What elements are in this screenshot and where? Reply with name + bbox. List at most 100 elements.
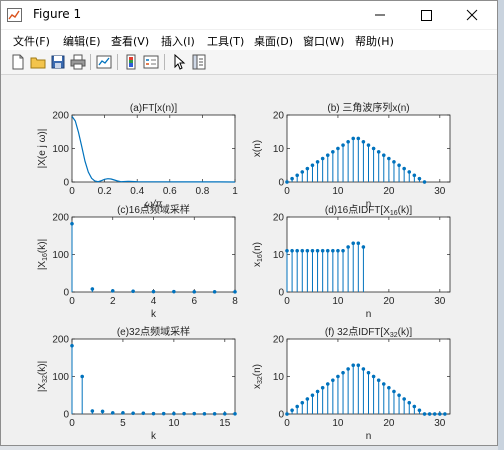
stem-marker: [192, 411, 197, 416]
x-tick-label: 10: [332, 296, 344, 307]
desktop-edge: [498, 0, 504, 450]
stem-marker: [387, 156, 391, 161]
subplot-title: (d)16点IDFT[X16(k)]: [325, 204, 412, 217]
stem-marker: [351, 241, 356, 246]
x-tick-label: 0.6: [163, 186, 177, 197]
y-tick-label: 100: [52, 144, 69, 155]
stem-marker: [336, 146, 340, 151]
stem-marker: [295, 248, 300, 253]
stem-marker: [212, 289, 217, 294]
property-editor-icon[interactable]: [190, 53, 208, 71]
y-tick-label: 0: [63, 178, 69, 189]
y-tick-label: 0: [278, 410, 284, 421]
stem-marker: [376, 150, 381, 154]
menu-view[interactable]: 查看(V): [111, 33, 149, 49]
figure-toolbar: [1, 50, 497, 75]
new-figure-icon[interactable]: [9, 53, 27, 71]
menu-help[interactable]: 帮助(H): [355, 33, 394, 49]
title-bar[interactable]: Figure 1: [1, 1, 497, 29]
stem-marker: [131, 289, 135, 294]
y-tick-label: 0: [278, 288, 284, 299]
stem-marker: [90, 409, 95, 413]
stem-marker: [141, 411, 146, 416]
stem-marker: [285, 180, 289, 184]
figure-canvas[interactable]: 0 0.2 0.4 0.6 0.8 1 0 100 200 (a)FT[x(n)] ω/π |X(e …: [1, 75, 497, 445]
subplot-3: 0 2 4 6 8 0 100 200 (c)16点频域采样 k |X16(k)|: [37, 203, 238, 320]
stem-marker: [341, 370, 345, 375]
print-icon[interactable]: [69, 53, 87, 71]
y-tick-label: 0: [63, 410, 69, 421]
insert-legend-icon[interactable]: [142, 53, 160, 71]
axes-box: [71, 114, 236, 183]
x-tick-label: 20: [383, 418, 395, 429]
menu-desktop[interactable]: 桌面(D): [254, 33, 293, 49]
x-tick-label: 1: [232, 186, 238, 197]
x-tick-label: 20: [383, 296, 395, 307]
stem-marker: [422, 412, 427, 416]
insert-colorbar-icon[interactable]: [122, 53, 140, 71]
stem-marker: [110, 411, 115, 415]
stem-marker: [381, 153, 386, 158]
subplot-5: 0 5 10 15 0 100 200 (e)32点频域采样 k |X32(k)|: [37, 325, 237, 442]
stem-marker: [202, 411, 207, 416]
stem-marker: [290, 248, 294, 253]
subplot-title: (e)32点频域采样: [117, 325, 190, 338]
x-tick-label: 8: [232, 296, 238, 307]
stem-marker: [417, 408, 422, 413]
y-axis-label: |X32(k)|: [37, 361, 49, 392]
subplot-6: 0 10 20 30 0 10 20 (f) 32点IDFT[X32(k)] n x32(n): [252, 326, 451, 442]
x-tick-label: 15: [219, 418, 231, 429]
stem-marker: [371, 146, 376, 151]
x-tick-label: 0: [284, 186, 290, 197]
stem-marker: [295, 404, 300, 409]
axes-box: [71, 216, 236, 293]
minimize-icon[interactable]: [357, 1, 403, 29]
stem-marker: [412, 404, 417, 409]
menu-window[interactable]: 窗口(W): [303, 33, 344, 49]
stem-marker: [422, 180, 427, 184]
menu-tools[interactable]: 工具(T): [207, 33, 244, 49]
stem-marker: [305, 166, 310, 171]
stem-marker: [361, 245, 366, 249]
toolbar-separator: [164, 54, 165, 70]
stem-marker: [443, 412, 447, 416]
stem-marker: [300, 248, 305, 253]
stem-marker: [310, 163, 315, 168]
y-tick-label: 100: [52, 250, 69, 261]
stem-marker: [351, 363, 356, 368]
x-tick-label: 0.8: [195, 186, 209, 197]
menu-insert[interactable]: 插入(I): [161, 33, 195, 49]
x-tick-label: 30: [434, 296, 446, 307]
open-file-icon[interactable]: [29, 53, 47, 71]
stem-marker: [151, 289, 156, 294]
stem-marker: [300, 400, 305, 405]
maximize-icon[interactable]: [403, 1, 449, 29]
y-tick-label: 20: [273, 111, 285, 122]
link-plot-icon[interactable]: [95, 53, 113, 71]
stem-marker: [361, 139, 366, 144]
close-icon[interactable]: [449, 1, 495, 29]
save-icon[interactable]: [49, 53, 67, 71]
stem-marker: [330, 378, 335, 383]
pointer-icon[interactable]: [170, 53, 188, 71]
stem-marker: [325, 248, 330, 253]
stem-marker: [151, 411, 156, 416]
stem-marker: [121, 411, 125, 415]
stem-marker: [392, 389, 396, 394]
menu-edit[interactable]: 编辑(E): [63, 33, 101, 49]
stem-marker: [392, 160, 396, 164]
stem-marker: [233, 289, 237, 294]
stem-marker: [356, 241, 361, 246]
x-tick-label: 2: [110, 296, 116, 307]
x-tick-label: 4: [151, 296, 157, 307]
stem-marker: [80, 374, 85, 379]
stem-marker: [315, 248, 320, 253]
stem-marker: [341, 248, 345, 253]
stem-marker: [336, 248, 340, 253]
stem-marker: [376, 378, 381, 383]
x-tick-label: 10: [332, 418, 344, 429]
axes-box: [71, 338, 236, 415]
menu-file[interactable]: 文件(F): [13, 33, 50, 49]
x-tick-label: 0.2: [98, 186, 112, 197]
y-axis-label: x(n): [252, 140, 263, 157]
